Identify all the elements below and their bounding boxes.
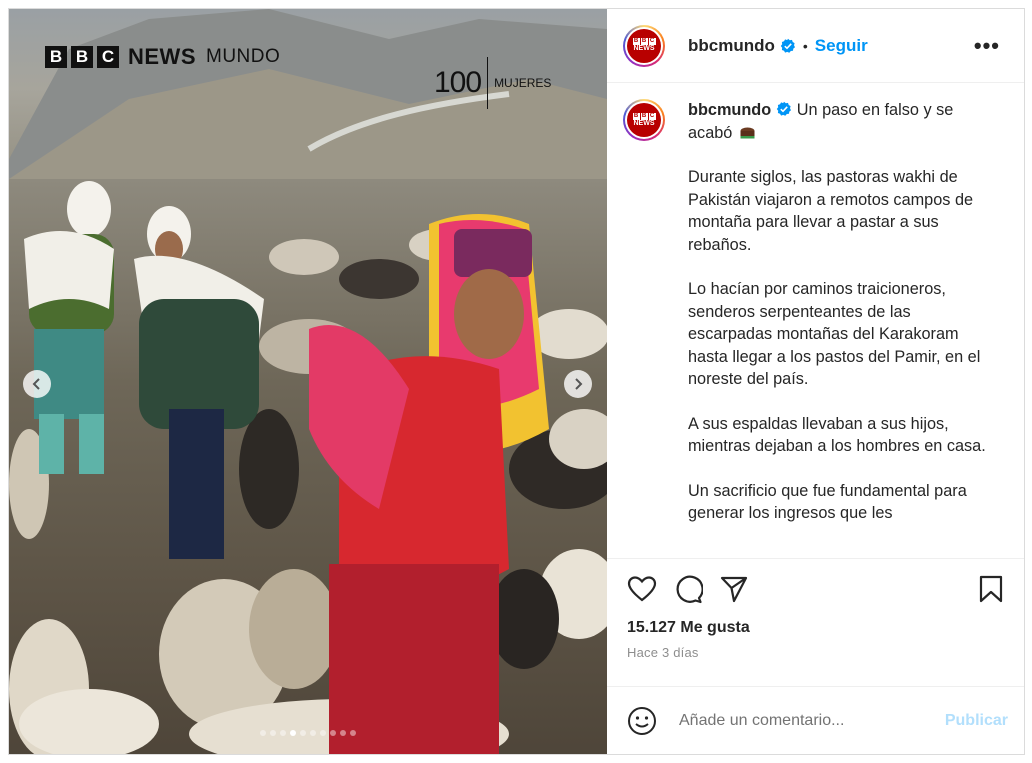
carousel-dot [290,730,296,736]
cake-emoji-icon [740,127,755,138]
smiley-icon[interactable] [627,706,657,736]
header-separator: • [802,37,808,54]
follow-button[interactable]: Seguir [815,36,868,56]
like-button[interactable] [627,575,657,603]
caption-paragraph: A sus espaldas llevaban a sus hijos, mie… [688,414,986,456]
chevron-left-icon [32,378,40,390]
post-photo[interactable]: B B C NEWS MUNDO 100 MUJERES [9,9,607,754]
caption-username[interactable]: bbcmundo [688,101,771,119]
save-button[interactable] [978,574,1008,604]
add-comment-bar: Publicar [607,686,1024,754]
post-caption: bbcmundo Un paso en falso y se acabó Dur… [688,99,988,542]
carousel-dot [330,730,336,736]
carousel-dot [340,730,346,736]
caption-avatar[interactable]: BBC NEWS [623,99,665,141]
post-date[interactable]: Hace 3 días [627,645,1008,660]
bookmark-icon [979,575,1003,603]
carousel-dot [300,730,306,736]
verified-badge-icon [780,38,795,53]
carousel-dot [310,730,316,736]
photo-women [24,181,549,754]
share-icon [720,576,748,603]
carousel-indicator [9,730,607,736]
heart-icon [627,576,657,602]
comment-button[interactable] [673,574,703,604]
caption-area[interactable]: BBC NEWS bbcmundo Un paso en falso y se … [607,83,1024,558]
carousel-prev-button[interactable] [23,370,51,398]
comment-icon [676,575,703,604]
carousel-dot [270,730,276,736]
carousel-dot [260,730,266,736]
verified-badge-icon [777,101,792,116]
post-side-panel: BBC NEWS bbcmundo • Seguir ••• BBC NEWS [607,9,1024,754]
carousel-next-button[interactable] [564,370,592,398]
bbc-news-mundo-logo: B B C NEWS MUNDO [45,44,280,70]
carousel-dot [280,730,286,736]
share-button[interactable] [719,574,749,604]
more-options-button[interactable]: ••• [974,33,1008,59]
carousel-dot [320,730,326,736]
post-actions: 15.127 Me gusta Hace 3 días [607,558,1024,686]
likes-count[interactable]: 15.127 Me gusta [627,619,1008,637]
avatar[interactable]: BBC NEWS [623,24,665,67]
carousel-dot [350,730,356,736]
post-header: BBC NEWS bbcmundo • Seguir ••• [607,9,1024,83]
100-mujeres-logo: 100 MUJERES [434,57,551,109]
header-username[interactable]: bbcmundo [688,36,775,56]
caption-paragraph: Lo hacían por caminos traicioneros, send… [688,280,981,388]
publish-button[interactable]: Publicar [945,712,1008,730]
instagram-embed: B B C NEWS MUNDO 100 MUJERES BBC NEWS bb… [8,8,1025,755]
chevron-right-icon [575,378,583,390]
caption-paragraph: Un sacrificio que fue fundamental para g… [688,481,967,523]
comment-input[interactable] [677,710,945,731]
caption-paragraph: Durante siglos, las pastoras wakhi de Pa… [688,168,974,254]
